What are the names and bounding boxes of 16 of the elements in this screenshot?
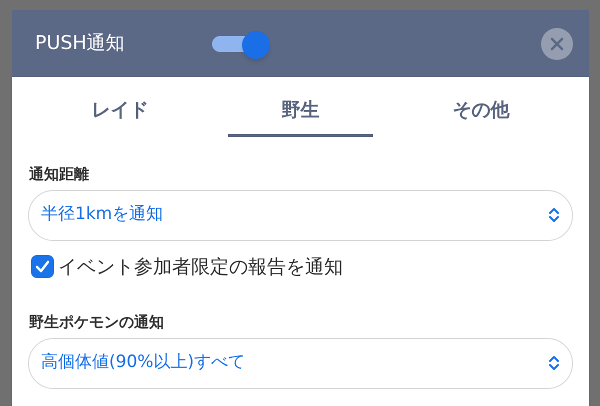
close-button[interactable] [541,28,573,60]
field-label: 野生ポケモンの通知 [28,312,165,333]
close-icon [550,36,564,50]
field-label: 通知距離 [28,164,90,185]
chevron-up-down-icon [548,355,560,371]
tab[interactable]: レイド [48,77,192,137]
dialog-title: PUSH通知 [35,31,126,56]
select-field[interactable]: 半径1kmを通知 [28,190,573,240]
checkbox-label: イベント参加者限定の報告を通知 [58,254,343,280]
checkmark-icon [35,259,50,274]
push-toggle[interactable] [212,30,270,56]
select-field[interactable]: 高個体値(90%以上)すべて [28,338,573,388]
tab[interactable]: 野生 [228,77,373,137]
checkbox[interactable] [31,255,54,278]
tab[interactable]: その他 [408,77,553,137]
chevron-up-down-icon [548,207,560,223]
